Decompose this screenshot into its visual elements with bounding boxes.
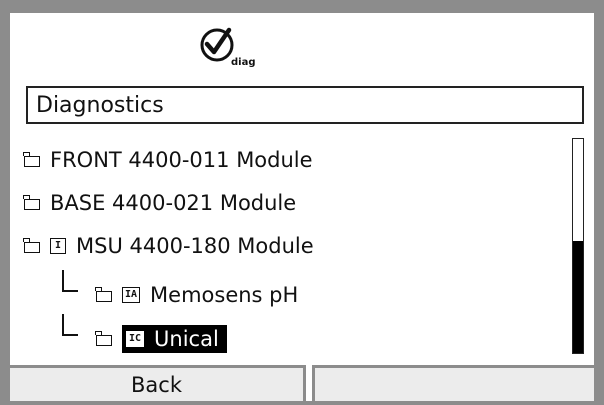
back-softkey[interactable]: Back [10,365,306,401]
list-item-base-module[interactable]: BASE 4400-021 Module [23,186,297,220]
list-item-label: MSU 4400-180 Module [76,234,314,258]
channel-badge: I [50,238,66,254]
softkey-bar: Back [10,365,594,401]
page-title: Diagnostics [26,86,584,124]
list-item-msu-module[interactable]: I MSU 4400-180 Module [23,229,314,263]
tree-connector [62,314,78,336]
tree-connector [62,270,78,292]
list-item-memosens-ph[interactable]: IA Memosens pH [95,278,299,312]
bezel-left [0,0,10,405]
channel-badge: IC [126,331,145,347]
scrollbar[interactable] [572,138,584,354]
list-item-unical[interactable]: IC Unical [95,322,227,356]
list-item-label: Memosens pH [150,283,299,307]
bezel-right [594,0,604,405]
list-item-front-module[interactable]: FRONT 4400-011 Module [23,143,313,177]
device-screen: diag Diagnostics FRONT 4400-011 Module B… [0,0,604,405]
diag-check-icon: diag [200,27,256,68]
scrollbar-thumb[interactable] [573,241,583,353]
bezel-bottom [0,401,604,405]
list-item-label: FRONT 4400-011 Module [50,148,313,172]
page-title-text: Diagnostics [36,92,164,118]
folder-icon [95,287,112,302]
selected-highlight: IC Unical [122,325,227,353]
right-softkey[interactable] [312,365,594,401]
folder-icon [23,238,40,253]
bezel-top [0,0,604,13]
list-item-label: Unical [154,327,219,351]
back-softkey-label: Back [131,372,182,397]
folder-icon [95,331,112,346]
channel-badge: IA [122,287,141,303]
list-item-label: BASE 4400-021 Module [50,191,297,215]
diag-icon-caption: diag [231,57,256,68]
folder-icon [23,195,40,210]
folder-icon [23,152,40,167]
